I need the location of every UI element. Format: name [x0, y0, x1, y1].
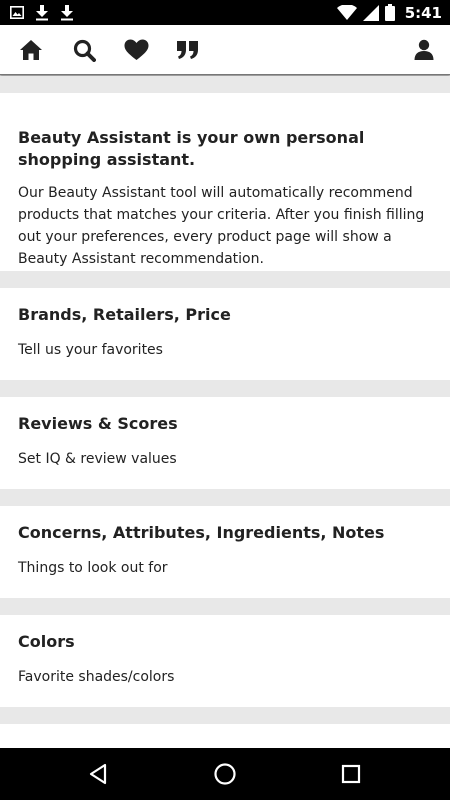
signal-icon	[362, 4, 379, 21]
search-icon[interactable]	[71, 37, 97, 63]
app-toolbar	[0, 25, 450, 75]
section-subtitle: Set IQ & review values	[18, 451, 177, 467]
quote-icon[interactable]	[175, 37, 201, 63]
download-icon	[60, 4, 74, 21]
back-icon[interactable]	[86, 762, 110, 786]
heart-icon[interactable]	[123, 37, 149, 63]
divider	[0, 76, 450, 93]
divider	[0, 489, 450, 506]
section-subtitle: Tell us your favorites	[18, 342, 163, 358]
home-icon[interactable]	[18, 37, 44, 63]
section-concerns-attributes[interactable]: Concerns, Attributes, Ingredients, Notes…	[0, 506, 450, 598]
wifi-icon	[336, 5, 357, 20]
image-icon	[10, 6, 24, 19]
download-icon	[35, 4, 49, 21]
section-title: Brands, Retailers, Price	[18, 305, 231, 324]
section-colors[interactable]: Colors Favorite shades/colors	[0, 615, 450, 707]
divider	[0, 707, 450, 724]
section-brands-retailers-price[interactable]: Brands, Retailers, Price Tell us your fa…	[0, 288, 450, 380]
divider	[0, 380, 450, 397]
navigation-bar	[0, 748, 450, 800]
recents-icon[interactable]	[339, 762, 363, 786]
section-partial[interactable]	[0, 724, 450, 748]
intro-title: Beauty Assistant is your own personal sh…	[18, 128, 365, 169]
divider	[0, 271, 450, 288]
home-circle-icon[interactable]	[213, 762, 237, 786]
main-content: Beauty Assistant is your own personal sh…	[0, 76, 450, 748]
battery-icon	[384, 4, 395, 21]
intro-card: Beauty Assistant is your own personal sh…	[0, 93, 450, 271]
section-reviews-scores[interactable]: Reviews & Scores Set IQ & review values	[0, 397, 450, 489]
status-time: 5:41	[404, 3, 442, 22]
divider	[0, 598, 450, 615]
section-title: Reviews & Scores	[18, 414, 178, 433]
section-subtitle: Things to look out for	[18, 560, 168, 576]
status-bar: 5:41	[0, 0, 450, 25]
section-title: Colors	[18, 632, 75, 651]
intro-body: Our Beauty Assistant tool will automatic…	[18, 185, 425, 267]
user-icon[interactable]	[411, 37, 437, 63]
section-subtitle: Favorite shades/colors	[18, 669, 175, 685]
section-title: Concerns, Attributes, Ingredients, Notes	[18, 523, 385, 542]
